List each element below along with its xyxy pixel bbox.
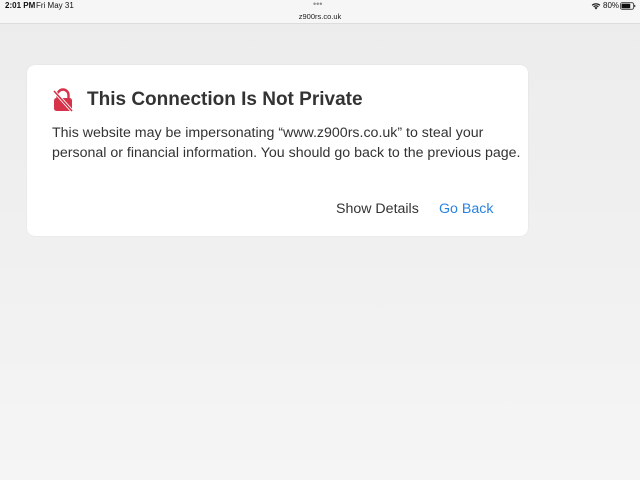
go-back-button[interactable]: Go Back xyxy=(439,201,493,217)
warning-title: This Connection Is Not Private xyxy=(87,89,363,110)
battery-percentage: 80% xyxy=(603,1,620,10)
wifi-icon xyxy=(591,3,601,10)
multitasking-dots[interactable]: ••• xyxy=(313,0,322,9)
status-time: 2:01 PM xyxy=(5,1,36,10)
broken-lock-icon xyxy=(52,88,74,112)
warning-message: This website may be impersonating “www.z… xyxy=(52,125,521,161)
status-date: Fri May 31 xyxy=(36,1,74,10)
address-bar-url[interactable]: z900rs.co.uk xyxy=(0,12,640,21)
show-details-button[interactable]: Show Details xyxy=(336,201,419,217)
status-bar: 2:01 PM Fri May 31 ••• z900rs.co.uk 80% xyxy=(0,0,640,24)
battery-icon xyxy=(620,2,636,10)
